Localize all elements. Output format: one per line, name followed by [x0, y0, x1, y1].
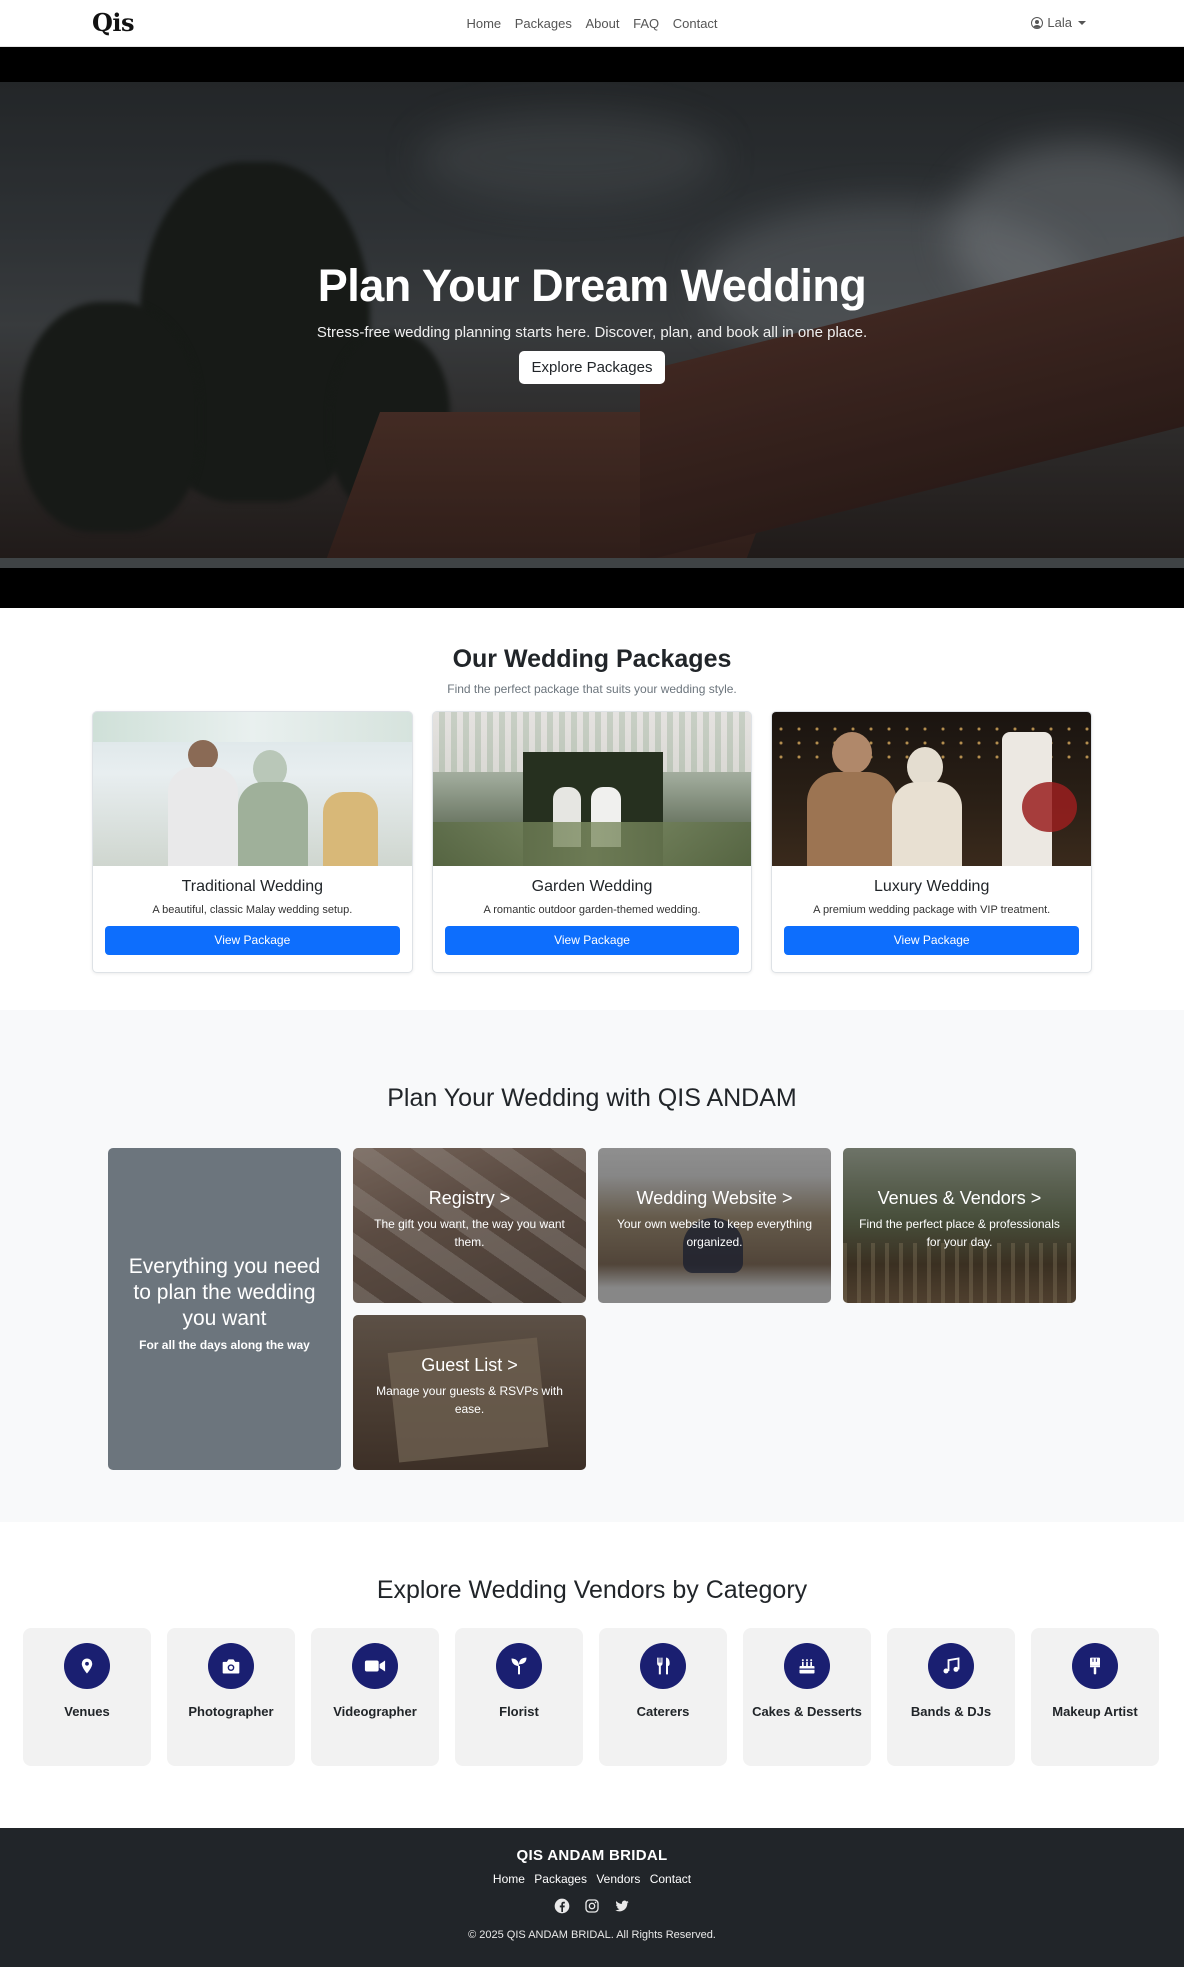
- package-desc: A romantic outdoor garden-themed wedding…: [483, 904, 701, 916]
- footer-link-vendors[interactable]: Vendors: [596, 1872, 640, 1886]
- wedding-website-title: Wedding Website >: [636, 1188, 793, 1208]
- map-pin-icon: [64, 1643, 110, 1689]
- registry-desc: The gift you want, the way you want them…: [374, 1217, 565, 1249]
- vendor-category-bands-djs[interactable]: Bands & DJs: [887, 1628, 1015, 1766]
- package-desc: A beautiful, classic Malay wedding setup…: [152, 904, 353, 916]
- wedding-website-desc: Your own website to keep everything orga…: [616, 1217, 812, 1249]
- plan-section: Plan Your Wedding with QIS ANDAM Everyth…: [0, 1010, 1184, 1522]
- vendor-category-makeup-artist[interactable]: Makeup Artist: [1031, 1628, 1159, 1766]
- camera-icon: [208, 1643, 254, 1689]
- music-icon: [928, 1643, 974, 1689]
- navbar: Qis Home Packages About FAQ Contact Lala: [0, 0, 1184, 47]
- venues-vendors-desc: Find the perfect place & professionals f…: [859, 1217, 1060, 1249]
- vendor-category-label: Photographer: [188, 1704, 274, 1719]
- guest-list-desc: Manage your guests & RSVPs with ease.: [376, 1384, 563, 1416]
- vendor-category-label: Venues: [64, 1704, 110, 1719]
- nav-link-faq[interactable]: FAQ: [633, 16, 659, 31]
- user-circle-icon: [1031, 16, 1044, 29]
- package-title: Luxury Wedding: [874, 878, 990, 895]
- package-title: Traditional Wedding: [181, 878, 324, 895]
- hero-content: Plan Your Dream Wedding Stress-free wedd…: [0, 260, 1184, 384]
- footer-link-packages[interactable]: Packages: [534, 1872, 587, 1886]
- social-links: [0, 1898, 1184, 1919]
- sprout-icon: [496, 1643, 542, 1689]
- vendor-category-videographer[interactable]: Videographer: [311, 1628, 439, 1766]
- guest-list-title: Guest List >: [421, 1355, 518, 1375]
- vendor-category-label: Makeup Artist: [1052, 1704, 1138, 1719]
- footer-brand: QIS ANDAM BRIDAL: [516, 1847, 668, 1864]
- footer-link-contact[interactable]: Contact: [650, 1872, 691, 1886]
- footer-links: Home Packages Vendors Contact: [0, 1872, 1184, 1886]
- utensils-icon: [640, 1643, 686, 1689]
- user-menu[interactable]: Lala: [1031, 15, 1086, 30]
- facebook-icon[interactable]: [554, 1898, 570, 1919]
- vendor-category-venues[interactable]: Venues: [23, 1628, 151, 1766]
- explore-packages-button[interactable]: Explore Packages: [518, 351, 666, 384]
- footer-link-home[interactable]: Home: [493, 1872, 525, 1886]
- nav-links: Home Packages About FAQ Contact: [0, 16, 1184, 31]
- plan-panel-subtitle: For all the days along the way: [139, 1338, 310, 1352]
- traditional-wedding-image: [93, 712, 412, 866]
- vendor-category-caterers[interactable]: Caterers: [599, 1628, 727, 1766]
- view-package-button[interactable]: View Package: [784, 926, 1080, 955]
- vendor-category-label: Cakes & Desserts: [752, 1704, 862, 1719]
- vendor-category-cakes-desserts[interactable]: Cakes & Desserts: [743, 1628, 871, 1766]
- vendor-category-label: Bands & DJs: [910, 1704, 992, 1719]
- user-name: Lala: [1047, 15, 1072, 30]
- vendor-category-label: Videographer: [333, 1704, 417, 1719]
- vendor-category-florist[interactable]: Florist: [455, 1628, 583, 1766]
- plan-panel-title: Everything you need to plan the wedding …: [128, 1255, 321, 1330]
- hero-title: Plan Your Dream Wedding: [317, 260, 867, 311]
- makeup-brush-icon: [1072, 1643, 1118, 1689]
- twitter-icon[interactable]: [614, 1898, 630, 1919]
- package-card-traditional: Traditional Wedding A beautiful, classic…: [92, 711, 413, 973]
- package-title: Garden Wedding: [531, 878, 653, 895]
- vendor-category-label: Caterers: [636, 1704, 690, 1719]
- luxury-wedding-image: [772, 712, 1092, 866]
- caret-down-icon: [1078, 20, 1086, 25]
- plan-title: Plan Your Wedding with QIS ANDAM: [387, 1084, 797, 1112]
- garden-wedding-image: [432, 712, 752, 866]
- nav-link-about[interactable]: About: [585, 16, 619, 31]
- wedding-website-tile[interactable]: Wedding Website > Your own website to ke…: [598, 1148, 831, 1303]
- vendors-title: Explore Wedding Vendors by Category: [376, 1576, 808, 1604]
- vendor-category-grid: Venues Photographer Videographer Florist…: [23, 1628, 1159, 1766]
- view-package-button[interactable]: View Package: [444, 926, 740, 955]
- package-desc: A premium wedding package with VIP treat…: [813, 904, 1051, 916]
- footer: QIS ANDAM BRIDAL Home Packages Vendors C…: [0, 1828, 1184, 1967]
- nav-link-packages[interactable]: Packages: [515, 16, 572, 31]
- view-package-button[interactable]: View Package: [105, 926, 400, 955]
- vendor-category-label: Florist: [499, 1704, 539, 1719]
- packages-section: Our Wedding Packages Find the perfect pa…: [0, 608, 1184, 1010]
- venues-vendors-title: Venues & Vendors >: [877, 1188, 1042, 1208]
- hero-subtitle: Stress-free wedding planning starts here…: [316, 324, 868, 341]
- cake-icon: [784, 1643, 830, 1689]
- packages-title: Our Wedding Packages: [452, 645, 732, 673]
- vendors-section: Explore Wedding Vendors by Category Venu…: [0, 1522, 1184, 1828]
- venues-vendors-tile[interactable]: Venues & Vendors > Find the perfect plac…: [843, 1148, 1076, 1303]
- nav-link-contact[interactable]: Contact: [673, 16, 718, 31]
- registry-tile[interactable]: Registry > The gift you want, the way yo…: [353, 1148, 586, 1303]
- packages-subtitle: Find the perfect package that suits your…: [447, 682, 737, 696]
- vendor-category-photographer[interactable]: Photographer: [167, 1628, 295, 1766]
- package-card-garden: Garden Wedding A romantic outdoor garden…: [431, 711, 753, 973]
- registry-title: Registry >: [428, 1188, 511, 1208]
- guest-list-tile[interactable]: Guest List > Manage your guests & RSVPs …: [353, 1315, 586, 1470]
- package-cards: Traditional Wedding A beautiful, classic…: [92, 711, 1093, 973]
- video-camera-icon: [352, 1643, 398, 1689]
- nav-link-home[interactable]: Home: [466, 16, 501, 31]
- plan-intro-panel: Everything you need to plan the wedding …: [108, 1148, 341, 1470]
- package-card-luxury: Luxury Wedding A premium wedding package…: [771, 711, 1093, 973]
- copyright-text: © 2025 QIS ANDAM BRIDAL. All Rights Rese…: [468, 1929, 716, 1941]
- instagram-icon[interactable]: [584, 1898, 600, 1919]
- hero-section: Plan Your Dream Wedding Stress-free wedd…: [0, 47, 1184, 608]
